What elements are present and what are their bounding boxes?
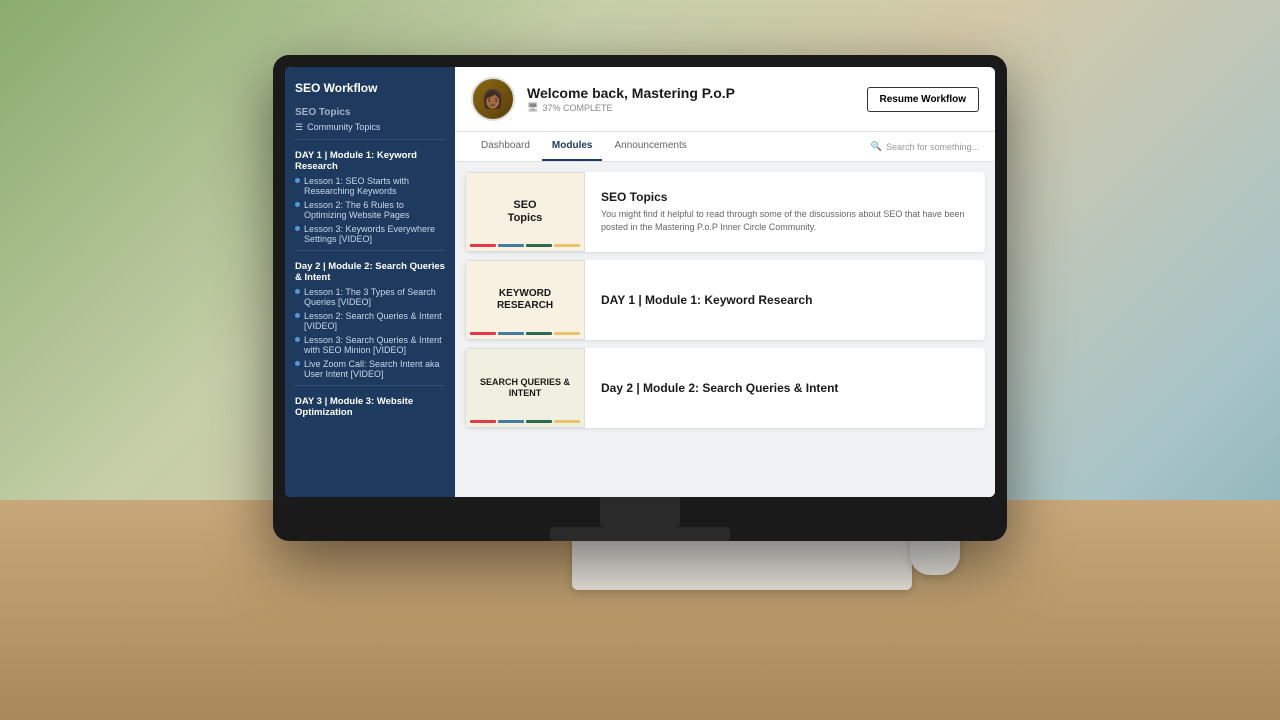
sidebar-item-community-topics[interactable]: ☰ Community Topics [285,120,455,135]
module-desc-seo: You might find it helpful to read throug… [601,208,969,233]
search-placeholder: Search for something... [886,142,979,152]
thumb-lines-2 [470,332,580,335]
sidebar-lesson-1-1[interactable]: Lesson 1: SEO Starts with Researching Ke… [285,174,455,198]
search-icon: 🔍 [871,141,882,152]
thumb-line-yellow-2 [554,332,580,335]
sidebar-title: SEO Workflow [285,77,455,103]
search-area[interactable]: 🔍 Search for something... [871,141,979,152]
community-topics-icon: ☰ [295,122,303,133]
thumb-lines [470,244,580,247]
resume-workflow-button[interactable]: Resume Workflow [867,87,980,112]
module-info-search: Day 2 | Module 2: Search Queries & Inten… [585,371,985,405]
module-card-seo-topics[interactable]: SEOTopics SEO Topics You might find it h… [465,172,985,252]
tab-modules[interactable]: Modules [542,132,603,161]
sidebar-lesson-2-2[interactable]: Lesson 2: Search Queries & Intent [VIDEO… [285,309,455,333]
thumb-lines-3 [470,420,580,423]
lesson-dot [295,313,300,318]
sidebar-divider-1 [295,139,445,140]
seo-topics-label: SEO Topics [285,103,455,120]
thumb-line-green-2 [526,332,552,335]
thumb-text-search: SEARCH QUERIES &INTENT [476,373,574,403]
monitor-screen: SEO Workflow SEO Topics ☰ Community Topi… [285,67,995,497]
module-title-search: Day 2 | Module 2: Search Queries & Inten… [601,381,969,395]
lesson-dot [295,178,300,183]
sidebar-divider-2 [295,250,445,251]
module-thumb-seo: SEOTopics [465,172,585,252]
monitor-wrapper: SEO Workflow SEO Topics ☰ Community Topi… [273,55,1007,541]
module-thumb-keyword: KEYWORDRESEARCH [465,260,585,340]
thumb-line-red-2 [470,332,496,335]
sidebar-divider-3 [295,385,445,386]
thumb-text-seo: SEOTopics [504,195,547,229]
thumb-line-blue-2 [498,332,524,335]
modules-list: SEOTopics SEO Topics You might find it h… [455,162,995,497]
lesson-dot [295,202,300,207]
sidebar-module-day3[interactable]: DAY 3 | Module 3: Website Optimization [285,390,455,420]
module-title-keyword: DAY 1 | Module 1: Keyword Research [601,293,969,307]
thumb-line-yellow [554,244,580,247]
nav-tabs: Dashboard Modules Announcements 🔍 Search… [455,132,995,162]
lesson-dot [295,361,300,366]
header-subtitle: 🖥 37% COMPLETE [527,102,855,113]
sidebar-lesson-1-2[interactable]: Lesson 2: The 6 Rules to Optimizing Webs… [285,198,455,222]
lesson-dot [295,337,300,342]
monitor-outer: SEO Workflow SEO Topics ☰ Community Topi… [273,55,1007,541]
sidebar-lesson-2-4[interactable]: Live Zoom Call: Search Intent aka User I… [285,357,455,381]
thumb-line-red-3 [470,420,496,423]
module-thumb-search: SEARCH QUERIES &INTENT [465,348,585,428]
header: 👩🏾 Welcome back, Mastering P.o.P 🖥 37% C… [455,67,995,132]
monitor-icon: 🖥 [527,102,538,113]
sidebar: SEO Workflow SEO Topics ☰ Community Topi… [285,67,455,497]
thumb-line-blue [498,244,524,247]
thumb-line-red [470,244,496,247]
sidebar-lesson-2-3[interactable]: Lesson 3: Search Queries & Intent with S… [285,333,455,357]
sidebar-module-day1[interactable]: DAY 1 | Module 1: Keyword Research [285,144,455,174]
thumb-line-green [526,244,552,247]
module-card-search[interactable]: SEARCH QUERIES &INTENT Day 2 | Module 2:… [465,348,985,428]
module-info-seo: SEO Topics You might find it helpful to … [585,180,985,243]
monitor-stand [600,497,680,527]
tab-announcements[interactable]: Announcements [604,132,696,161]
avatar: 👩🏾 [471,77,515,121]
lesson-dot-active [295,226,300,231]
monitor-base [550,527,730,541]
module-info-keyword: DAY 1 | Module 1: Keyword Research [585,283,985,317]
sidebar-module-day2[interactable]: Day 2 | Module 2: Search Queries & Inten… [285,255,455,285]
sidebar-lesson-2-1[interactable]: Lesson 1: The 3 Types of Search Queries … [285,285,455,309]
progress-text: 37% COMPLETE [542,103,612,113]
header-title: Welcome back, Mastering P.o.P [527,85,855,101]
module-title-seo: SEO Topics [601,190,969,204]
main-content: 👩🏾 Welcome back, Mastering P.o.P 🖥 37% C… [455,67,995,497]
header-text: Welcome back, Mastering P.o.P 🖥 37% COMP… [527,85,855,113]
thumb-line-blue-3 [498,420,524,423]
module-card-keyword[interactable]: KEYWORDRESEARCH DAY 1 | Module 1: Keywor… [465,260,985,340]
thumb-line-green-3 [526,420,552,423]
lesson-dot [295,289,300,294]
thumb-line-yellow-3 [554,420,580,423]
thumb-text-keyword: KEYWORDRESEARCH [493,284,557,316]
tab-dashboard[interactable]: Dashboard [471,132,540,161]
sidebar-lesson-1-3[interactable]: Lesson 3: Keywords Everywhere Settings [… [285,222,455,246]
